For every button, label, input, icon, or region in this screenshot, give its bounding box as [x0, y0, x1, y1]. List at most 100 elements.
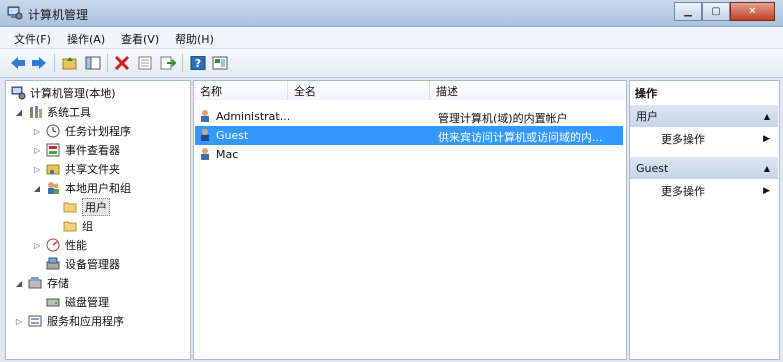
event-viewer-icon	[45, 143, 61, 158]
column-label: 全名	[294, 84, 316, 98]
expand-triangle-icon[interactable]: ▷	[32, 241, 42, 250]
tree-label: 本地用户和组	[65, 182, 131, 195]
cell-description: 供来宾访问计算机或访问域的内...	[438, 131, 603, 144]
collapse-triangle-icon[interactable]: ◢	[14, 279, 24, 288]
tree-item-users[interactable]: 用户	[62, 198, 110, 216]
cell-name: Mac	[216, 148, 239, 161]
device-manager-icon	[45, 257, 61, 272]
tree-label: 用户	[82, 198, 110, 216]
cell-name: Guest	[216, 129, 249, 142]
more-actions-users[interactable]: 更多操作 ▶	[630, 129, 778, 149]
folder-icon	[62, 219, 78, 234]
menu-view[interactable]: 查看(V)	[121, 31, 159, 47]
services-icon	[27, 314, 43, 329]
tree-label: 任务计划程序	[65, 125, 131, 138]
actions-pane: 操作 用户 ▲ 更多操作 ▶ Guest ▲ 更多操作 ▶	[629, 80, 780, 360]
folder-icon	[62, 200, 78, 215]
up-folder-icon[interactable]	[61, 54, 79, 72]
minimize-button[interactable]: ▁	[674, 2, 702, 21]
collapse-triangle-icon[interactable]: ◢	[32, 184, 42, 193]
collapse-arrow-icon[interactable]: ▲	[764, 164, 770, 173]
user-icon	[199, 109, 213, 126]
column-label: 描述	[436, 84, 458, 98]
column-header-name[interactable]: 名称	[194, 81, 288, 100]
shared-folder-icon	[45, 162, 61, 177]
tree-label: 计算机管理(本地)	[30, 87, 116, 100]
menu-bar: 文件(F) 操作(A) 查看(V) 帮助(H)	[0, 27, 783, 49]
column-header-full-name[interactable]: 全名	[288, 81, 430, 100]
tree-item-disk-management[interactable]: 磁盘管理	[45, 293, 109, 311]
expand-triangle-icon[interactable]: ▷	[32, 127, 42, 136]
action-group-guest[interactable]: Guest ▲	[630, 157, 778, 179]
disk-icon	[45, 295, 61, 310]
storage-icon	[27, 276, 43, 291]
tree-label: 性能	[65, 239, 87, 252]
tree-item-system-tools[interactable]: ◢ 系统工具	[14, 103, 91, 121]
user-icon	[199, 128, 213, 145]
action-label: 更多操作	[661, 185, 705, 198]
action-group-users[interactable]: 用户 ▲	[630, 105, 778, 127]
tree-label: 磁盘管理	[65, 296, 109, 309]
tree-item-services-apps[interactable]: ▷ 服务和应用程序	[14, 312, 124, 330]
action-group-label: 用户	[636, 110, 658, 123]
navigation-tree: 计算机管理(本地) ◢ 系统工具 ▷ 任务计划程序 ▷ 事件查看器 ▷ 共享文件…	[5, 80, 191, 360]
column-label: 名称	[200, 84, 222, 98]
tree-item-device-manager[interactable]: 设备管理器	[45, 255, 120, 273]
computer-management-icon	[10, 86, 26, 101]
action-label: 更多操作	[661, 133, 705, 146]
tree-label: 组	[82, 220, 93, 233]
window-title: 计算机管理	[28, 8, 89, 22]
tree-item-task-scheduler[interactable]: ▷ 任务计划程序	[32, 122, 131, 140]
submenu-arrow-icon: ▶	[763, 186, 770, 196]
user-list-pane: 名称 全名 描述 Administrat... 管理计算机(域)的内置帐户 Gu…	[193, 80, 627, 360]
table-row[interactable]: Mac	[195, 145, 623, 164]
view-icon[interactable]	[211, 54, 229, 72]
properties-icon[interactable]	[136, 54, 154, 72]
back-arrow-icon[interactable]	[9, 54, 27, 72]
performance-icon	[45, 238, 61, 253]
tree-label: 设备管理器	[65, 258, 120, 271]
tree-item-shared-folders[interactable]: ▷ 共享文件夹	[32, 160, 120, 178]
menu-help[interactable]: 帮助(H)	[175, 31, 214, 47]
user-icon	[199, 147, 213, 164]
column-header-description[interactable]: 描述	[430, 81, 626, 100]
title-bar[interactable]: 计算机管理 ▁ ▢ ✕	[0, 0, 783, 27]
delete-icon[interactable]	[113, 54, 131, 72]
collapse-arrow-icon[interactable]: ▲	[764, 112, 770, 121]
tree-item-root[interactable]: 计算机管理(本地)	[10, 84, 116, 102]
tree-item-performance[interactable]: ▷ 性能	[32, 236, 87, 254]
actions-title: 操作	[635, 86, 657, 100]
menu-file[interactable]: 文件(F)	[14, 31, 51, 47]
tree-item-groups[interactable]: 组	[62, 217, 93, 235]
action-group-label: Guest	[636, 161, 669, 175]
table-row[interactable]: Guest 供来宾访问计算机或访问域的内...	[195, 126, 623, 145]
computer-management-icon	[7, 5, 23, 21]
show-hide-tree-icon[interactable]	[84, 54, 102, 72]
close-button[interactable]: ✕	[730, 2, 775, 21]
table-row[interactable]: Administrat... 管理计算机(域)的内置帐户	[195, 107, 623, 126]
export-icon[interactable]	[159, 54, 177, 72]
cell-name: Administrat...	[216, 110, 291, 123]
tree-label: 存储	[47, 277, 69, 290]
submenu-arrow-icon: ▶	[763, 134, 770, 144]
expand-triangle-icon[interactable]: ▷	[32, 165, 42, 174]
collapse-triangle-icon[interactable]: ◢	[14, 108, 24, 117]
svg-text:?: ?	[195, 57, 201, 70]
toolbar: ?	[0, 49, 783, 78]
tree-item-local-users-groups[interactable]: ◢ 本地用户和组	[32, 179, 131, 197]
actions-header: 操作	[630, 83, 778, 102]
expand-triangle-icon[interactable]: ▷	[14, 317, 24, 326]
tree-item-event-viewer[interactable]: ▷ 事件查看器	[32, 141, 120, 159]
maximize-button[interactable]: ▢	[702, 2, 730, 21]
tree-item-storage[interactable]: ◢ 存储	[14, 274, 69, 292]
forward-arrow-icon[interactable]	[30, 54, 48, 72]
more-actions-guest[interactable]: 更多操作 ▶	[630, 181, 778, 201]
expand-triangle-icon[interactable]: ▷	[32, 146, 42, 155]
help-icon[interactable]: ?	[189, 54, 207, 72]
menu-action[interactable]: 操作(A)	[67, 31, 105, 47]
tree-label: 系统工具	[47, 106, 91, 119]
tree-label: 共享文件夹	[65, 163, 120, 176]
computer-management-window: 计算机管理 ▁ ▢ ✕ 文件(F) 操作(A) 查看(V) 帮助(H) ? 计算…	[0, 0, 783, 362]
clock-icon	[45, 124, 61, 139]
cell-description: 管理计算机(域)的内置帐户	[438, 112, 568, 125]
